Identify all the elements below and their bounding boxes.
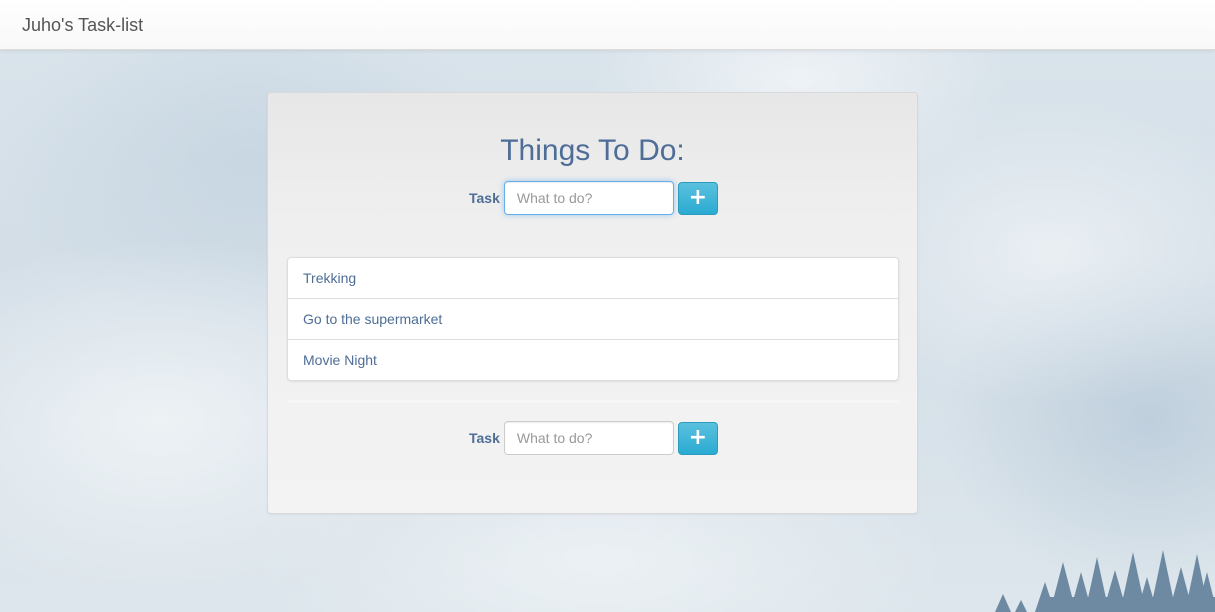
plus-icon: + xyxy=(688,425,708,450)
background-trees xyxy=(995,550,1215,612)
add-task-button-bottom[interactable]: + xyxy=(677,421,718,455)
plus-icon: + xyxy=(688,185,708,210)
task-panel: Things To Do: Task + Trekking Go to the … xyxy=(267,92,918,514)
brand-link[interactable]: Juho's Task-list xyxy=(22,15,143,35)
add-task-form-top: Task + xyxy=(469,181,718,215)
list-item[interactable]: Go to the supermarket xyxy=(288,298,898,339)
task-item-label: Trekking xyxy=(303,270,357,286)
task-input-bottom[interactable] xyxy=(503,421,674,455)
navbar: Juho's Task-list xyxy=(0,0,1215,50)
task-item-label: Go to the supermarket xyxy=(303,311,443,327)
divider xyxy=(287,400,899,403)
task-label: Task xyxy=(469,430,500,446)
add-task-button-top[interactable]: + xyxy=(677,181,718,215)
list-item[interactable]: Movie Night xyxy=(288,339,898,380)
task-item-label: Movie Night xyxy=(303,352,377,368)
page-title: Things To Do: xyxy=(500,134,685,167)
task-list: Trekking Go to the supermarket Movie Nig… xyxy=(287,257,899,381)
task-input-top[interactable] xyxy=(503,181,674,215)
add-task-form-bottom: Task + xyxy=(469,421,718,455)
task-label: Task xyxy=(469,190,500,206)
list-item[interactable]: Trekking xyxy=(288,258,898,298)
